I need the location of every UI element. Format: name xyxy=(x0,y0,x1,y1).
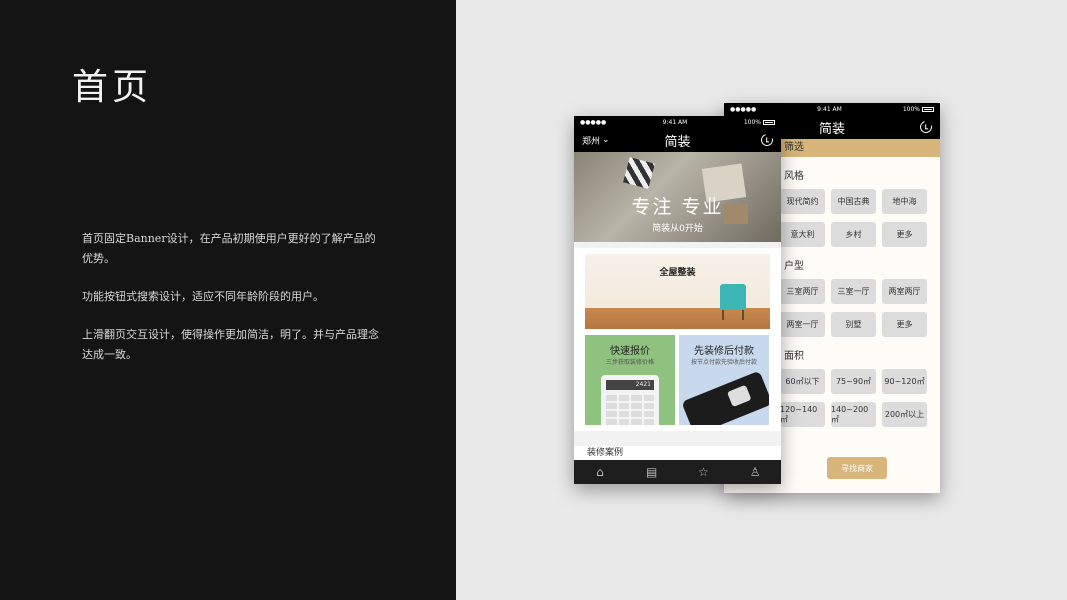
calculator-keys xyxy=(601,395,659,425)
history-icon[interactable] xyxy=(917,118,935,136)
hero-banner[interactable]: 专注 专业 简装从0开始 xyxy=(574,152,781,242)
chair-image xyxy=(720,284,746,310)
area-option[interactable]: 60㎡以下 xyxy=(780,369,825,394)
whole-house-title: 全屋整装 xyxy=(659,268,696,278)
layout-option[interactable]: 两室两厅 xyxy=(882,279,927,304)
status-time: 9:41 AM xyxy=(817,105,842,113)
description-text: 首页固定Banner设计，在产品初期使用户更好的了解产品的优势。 功能按钮式搜索… xyxy=(82,229,382,383)
quick-quote-subtitle: 三步获取装修价格 xyxy=(605,359,654,366)
description-panel: 首页 首页固定Banner设计，在产品初期使用户更好的了解产品的优势。 功能按钮… xyxy=(0,0,456,600)
battery-icon xyxy=(921,106,934,112)
layout-option[interactable]: 别墅 xyxy=(831,312,876,337)
description-paragraph: 上滑翻页交互设计，使得操作更加简洁，明了。并与产品理念达成一致。 xyxy=(82,328,379,361)
pay-later-subtitle: 按节点付款先验收后付款 xyxy=(690,359,757,366)
tab-bar: ⌂ ▤ ☆ ♙ xyxy=(574,460,781,484)
description-paragraph: 功能按钮式搜索设计，适应不同年龄阶段的用户。 xyxy=(82,290,324,303)
chevron-down-icon: ⌄ xyxy=(602,135,610,145)
area-option[interactable]: 120~140㎡ xyxy=(780,402,825,427)
style-option[interactable]: 意大利 xyxy=(780,222,825,247)
whole-house-tile[interactable]: 全屋整装 xyxy=(585,254,770,329)
calculator-display: 2421 xyxy=(606,380,654,390)
layout-option[interactable]: 两室一厅 xyxy=(780,312,825,337)
banner-decoration xyxy=(623,157,655,189)
layout-option[interactable]: 三室一厅 xyxy=(831,279,876,304)
cases-section-label[interactable]: 装修案例 xyxy=(574,446,781,460)
style-option[interactable]: 更多 xyxy=(882,222,927,247)
battery-icon xyxy=(762,119,775,125)
city-selector[interactable]: 郑州 ⌄ xyxy=(582,134,610,147)
style-option[interactable]: 地中海 xyxy=(882,189,927,214)
battery-indicator: 100% xyxy=(744,119,775,126)
history-icon[interactable] xyxy=(758,131,776,149)
description-paragraph: 首页固定Banner设计，在产品初期使用户更好的了解产品的优势。 xyxy=(82,232,376,265)
layout-option[interactable]: 更多 xyxy=(882,312,927,337)
status-bar: ●●●●● 9:41 AM 100% xyxy=(574,116,781,128)
signal-icon: ●●●●● xyxy=(580,118,607,126)
area-option[interactable]: 75~90㎡ xyxy=(831,369,876,394)
book-icon[interactable]: ▤ xyxy=(644,464,660,480)
home-screen-phone: ●●●●● 9:41 AM 100% 郑州 ⌄ 简装 专注 专业 简装从0开始 全… xyxy=(574,116,781,484)
user-icon[interactable]: ♙ xyxy=(747,464,763,480)
style-option[interactable]: 乡村 xyxy=(831,222,876,247)
area-option[interactable]: 140~200㎡ xyxy=(831,402,876,427)
area-option[interactable]: 200㎡以上 xyxy=(882,402,927,427)
status-time: 9:41 AM xyxy=(662,118,688,126)
pay-later-tile[interactable]: 先装修后付款 按节点付款先验收后付款 xyxy=(679,335,769,425)
nav-bar: 郑州 ⌄ 简装 xyxy=(574,128,781,152)
battery-indicator: 100% xyxy=(903,106,934,113)
status-bar: ●●●●● 9:41 AM 100% xyxy=(724,103,940,115)
quick-quote-tile[interactable]: 快速报价 三步获取装修价格 2421 xyxy=(585,335,675,425)
service-tiles: 快速报价 三步获取装修价格 2421 先装修后付款 按节点付款先验收后付款 xyxy=(585,335,770,425)
pos-terminal-image xyxy=(681,370,769,425)
services-card: 全屋整装 快速报价 三步获取装修价格 2421 先装修后付款 按节点付款先验收后… xyxy=(574,248,781,431)
style-option[interactable]: 现代简约 xyxy=(780,189,825,214)
banner-subtitle: 简装从0开始 xyxy=(652,224,703,234)
star-icon[interactable]: ☆ xyxy=(695,464,711,480)
style-option[interactable]: 中国古典 xyxy=(831,189,876,214)
area-option[interactable]: 90~120㎡ xyxy=(882,369,927,394)
calculator-image: 2421 xyxy=(601,375,659,425)
banner-title: 专注 专业 xyxy=(631,196,724,218)
chair-legs xyxy=(722,310,744,320)
pay-later-title: 先装修后付款 xyxy=(694,346,754,357)
home-icon[interactable]: ⌂ xyxy=(592,464,608,480)
signal-icon: ●●●●● xyxy=(730,105,757,113)
page-title: 首页 xyxy=(72,67,153,108)
layout-option[interactable]: 三室两厅 xyxy=(780,279,825,304)
quick-quote-title: 快速报价 xyxy=(610,346,650,357)
find-merchant-button[interactable]: 寻找商家 xyxy=(827,457,887,479)
